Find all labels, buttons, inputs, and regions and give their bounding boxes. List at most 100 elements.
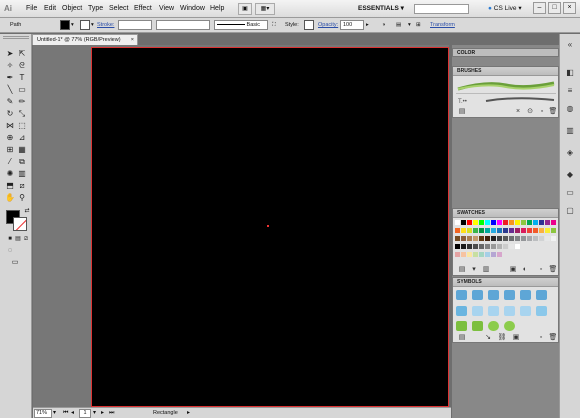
color-swatch[interactable]	[467, 220, 472, 225]
color-swatch[interactable]	[473, 252, 478, 257]
color-swatch[interactable]	[551, 236, 556, 241]
color-swatch[interactable]	[539, 228, 544, 233]
menu-view[interactable]: View	[159, 4, 174, 14]
pencil-tool-icon[interactable]: ✏	[17, 97, 27, 107]
symbol-circle-1[interactable]	[488, 321, 499, 331]
stroke-weight-field[interactable]	[118, 20, 152, 30]
color-swatch[interactable]	[497, 228, 502, 233]
symbol-arrow-2[interactable]	[472, 290, 483, 300]
mesh-tool-icon[interactable]: ⊞	[5, 145, 15, 155]
selection-tool-icon[interactable]: ➤	[5, 49, 15, 59]
close-document-icon[interactable]: ×	[131, 35, 134, 45]
color-swatch[interactable]	[485, 228, 490, 233]
column-graph-tool-icon[interactable]: ▥	[17, 169, 27, 179]
gradient-panel-icon[interactable]: ▥	[565, 126, 575, 136]
color-swatch[interactable]	[485, 220, 490, 225]
width-tool-icon[interactable]: ⋈	[5, 121, 15, 131]
screen-mode-icon[interactable]: ▭	[10, 258, 20, 268]
menu-type[interactable]: Type	[88, 4, 103, 14]
color-swatch[interactable]	[503, 244, 508, 249]
line-tool-icon[interactable]: ╲	[5, 85, 15, 95]
menu-file[interactable]: File	[26, 4, 37, 14]
stroke-color-swatch[interactable]	[80, 20, 90, 30]
search-field[interactable]	[414, 4, 469, 14]
color-swatch[interactable]	[497, 252, 502, 257]
zoom-dropdown-icon[interactable]: ▾	[53, 409, 56, 418]
type-tool-icon[interactable]: T	[17, 73, 27, 83]
artboard-number-field[interactable]: 1	[79, 409, 91, 418]
symbol-arrow-3[interactable]	[488, 290, 499, 300]
color-swatch[interactable]	[527, 236, 532, 241]
menu-object[interactable]: Object	[62, 4, 82, 14]
color-swatch[interactable]	[461, 220, 466, 225]
color-swatch[interactable]	[473, 244, 478, 249]
stroke-panel-link[interactable]: Stroke:	[97, 20, 114, 30]
layers-panel-icon[interactable]: ◆	[565, 170, 575, 180]
slice-tool-icon[interactable]: ⧄	[17, 181, 27, 191]
document-tab[interactable]: Untitled-1* @ 77% (RGB/Preview) ×	[32, 34, 138, 45]
brush-libraries-icon[interactable]: ▤	[457, 108, 467, 116]
symbol-banner-1[interactable]	[456, 306, 467, 316]
color-swatch[interactable]	[485, 252, 490, 257]
stroke-panel-icon[interactable]: ≡	[565, 86, 575, 96]
color-swatch[interactable]	[461, 228, 466, 233]
color-swatch[interactable]	[497, 244, 502, 249]
remove-brush-stroke-icon[interactable]: ×	[513, 108, 523, 116]
workspace-switcher[interactable]: ESSENTIALS ▾	[358, 4, 404, 14]
menu-select[interactable]: Select	[109, 4, 128, 14]
color-swatch[interactable]	[533, 228, 538, 233]
color-swatch[interactable]	[515, 228, 520, 233]
fill-dropdown-icon[interactable]: ▾	[71, 20, 74, 30]
symbol-arrow-5[interactable]	[520, 290, 531, 300]
align-options-icon[interactable]: ▾	[408, 20, 411, 30]
minimize-button[interactable]: –	[533, 2, 546, 14]
brush-stroke-preview-2[interactable]: T.••	[456, 95, 556, 105]
color-swatch[interactable]	[521, 236, 526, 241]
color-swatch[interactable]	[527, 220, 532, 225]
color-swatch[interactable]	[467, 228, 472, 233]
zoom-level-field[interactable]: 71%	[34, 409, 52, 418]
color-swatch[interactable]	[461, 236, 466, 241]
new-swatch-icon[interactable]: ▫	[536, 266, 546, 274]
tools-grip[interactable]	[3, 36, 29, 39]
symbols-panel-header[interactable]: SYMBOLS	[453, 278, 558, 287]
blend-tool-icon[interactable]: ⧉	[17, 157, 27, 167]
swatch-kind-icon[interactable]: ▾	[469, 266, 479, 274]
symbol-banner-3[interactable]	[488, 306, 499, 316]
color-swatch[interactable]	[467, 244, 472, 249]
stroke-color-box[interactable]	[13, 217, 27, 231]
none-mode-icon[interactable]: ⧄	[21, 234, 31, 244]
draw-mode-icon[interactable]: ◌	[5, 246, 15, 256]
new-color-group-icon[interactable]: ▣	[508, 266, 518, 274]
color-swatch[interactable]	[497, 236, 502, 241]
color-swatch[interactable]	[479, 244, 484, 249]
color-swatch[interactable]	[533, 220, 538, 225]
previous-artboard-icon[interactable]: ◂	[71, 409, 74, 418]
opacity-dropdown-icon[interactable]: ▸	[366, 20, 369, 30]
color-swatch[interactable]	[533, 236, 538, 241]
color-swatch[interactable]	[497, 220, 502, 225]
symbol-options-icon[interactable]: ▣	[511, 334, 521, 342]
color-swatch[interactable]	[461, 252, 466, 257]
swatches-panel-header[interactable]: SWATCHES	[453, 209, 558, 218]
transform-panel-link[interactable]: Transform	[430, 20, 455, 30]
bridge-button[interactable]: ▣	[238, 3, 252, 15]
color-swatch[interactable]	[455, 220, 460, 225]
color-swatch[interactable]	[455, 252, 460, 257]
break-link-icon[interactable]: ⛓	[497, 334, 507, 342]
menu-edit[interactable]: Edit	[44, 4, 56, 14]
color-swatch[interactable]	[503, 236, 508, 241]
rectangle-tool-icon[interactable]: ▭	[17, 85, 27, 95]
color-swatch[interactable]	[479, 228, 484, 233]
transparency-panel-icon[interactable]: ◍	[565, 104, 575, 114]
swatch-options-icon[interactable]: ▥	[481, 266, 491, 274]
artboards-panel-icon[interactable]: ▭	[565, 188, 575, 198]
align-icon[interactable]: ▤	[396, 20, 401, 30]
delete-symbol-icon[interactable]: 🗑	[548, 334, 558, 342]
color-swatch[interactable]	[551, 220, 556, 225]
maximize-button[interactable]: □	[548, 2, 561, 14]
color-swatch[interactable]	[491, 244, 496, 249]
color-swatch[interactable]	[515, 220, 520, 225]
color-swatch[interactable]	[491, 252, 496, 257]
variable-width-profile-dropdown[interactable]	[156, 20, 210, 30]
